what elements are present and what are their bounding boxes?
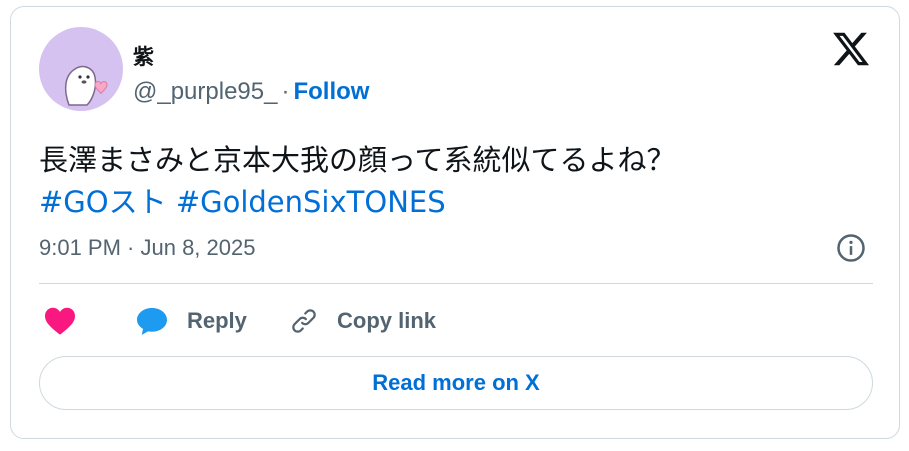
avatar-illustration	[64, 65, 108, 106]
divider	[39, 283, 873, 284]
user-handle[interactable]: @_purple95_	[133, 78, 277, 105]
hashtag-row: #GOスト #GoldenSixTONES	[39, 181, 446, 223]
info-icon[interactable]	[836, 233, 866, 263]
separator-dot: ·	[281, 78, 290, 105]
copy-link-label: Copy link	[337, 308, 437, 333]
like-button[interactable]	[43, 303, 77, 339]
tweet-text: 長澤まさみと京本大我の顔って系統似てるよね？	[39, 143, 676, 177]
tweet-timestamp[interactable]: 9:01 PM · Jun 8, 2025	[39, 233, 255, 263]
action-bar: Reply Copy link	[39, 303, 873, 339]
hashtag-link[interactable]: #GOスト	[39, 185, 167, 219]
read-more-button[interactable]: Read more on X	[39, 356, 873, 410]
heart-icon	[45, 307, 75, 335]
handle-row: @_purple95_ · Follow	[133, 77, 369, 107]
avatar[interactable]	[39, 27, 123, 111]
display-name[interactable]: 紫	[133, 41, 154, 71]
link-icon	[292, 309, 316, 333]
x-logo-icon[interactable]	[831, 29, 871, 69]
reply-bubble-icon	[137, 308, 167, 335]
copy-link-button[interactable]: Copy link	[289, 303, 436, 339]
hashtag-link[interactable]: #GoldenSixTONES	[176, 185, 446, 219]
reply-label: Reply	[187, 308, 247, 333]
tweet-embed-card: 紫 @_purple95_ · Follow 長澤まさみと京本大我の顔って系統似てる…	[10, 6, 900, 439]
follow-button[interactable]: Follow	[293, 78, 369, 105]
reply-button[interactable]: Reply	[135, 303, 247, 339]
